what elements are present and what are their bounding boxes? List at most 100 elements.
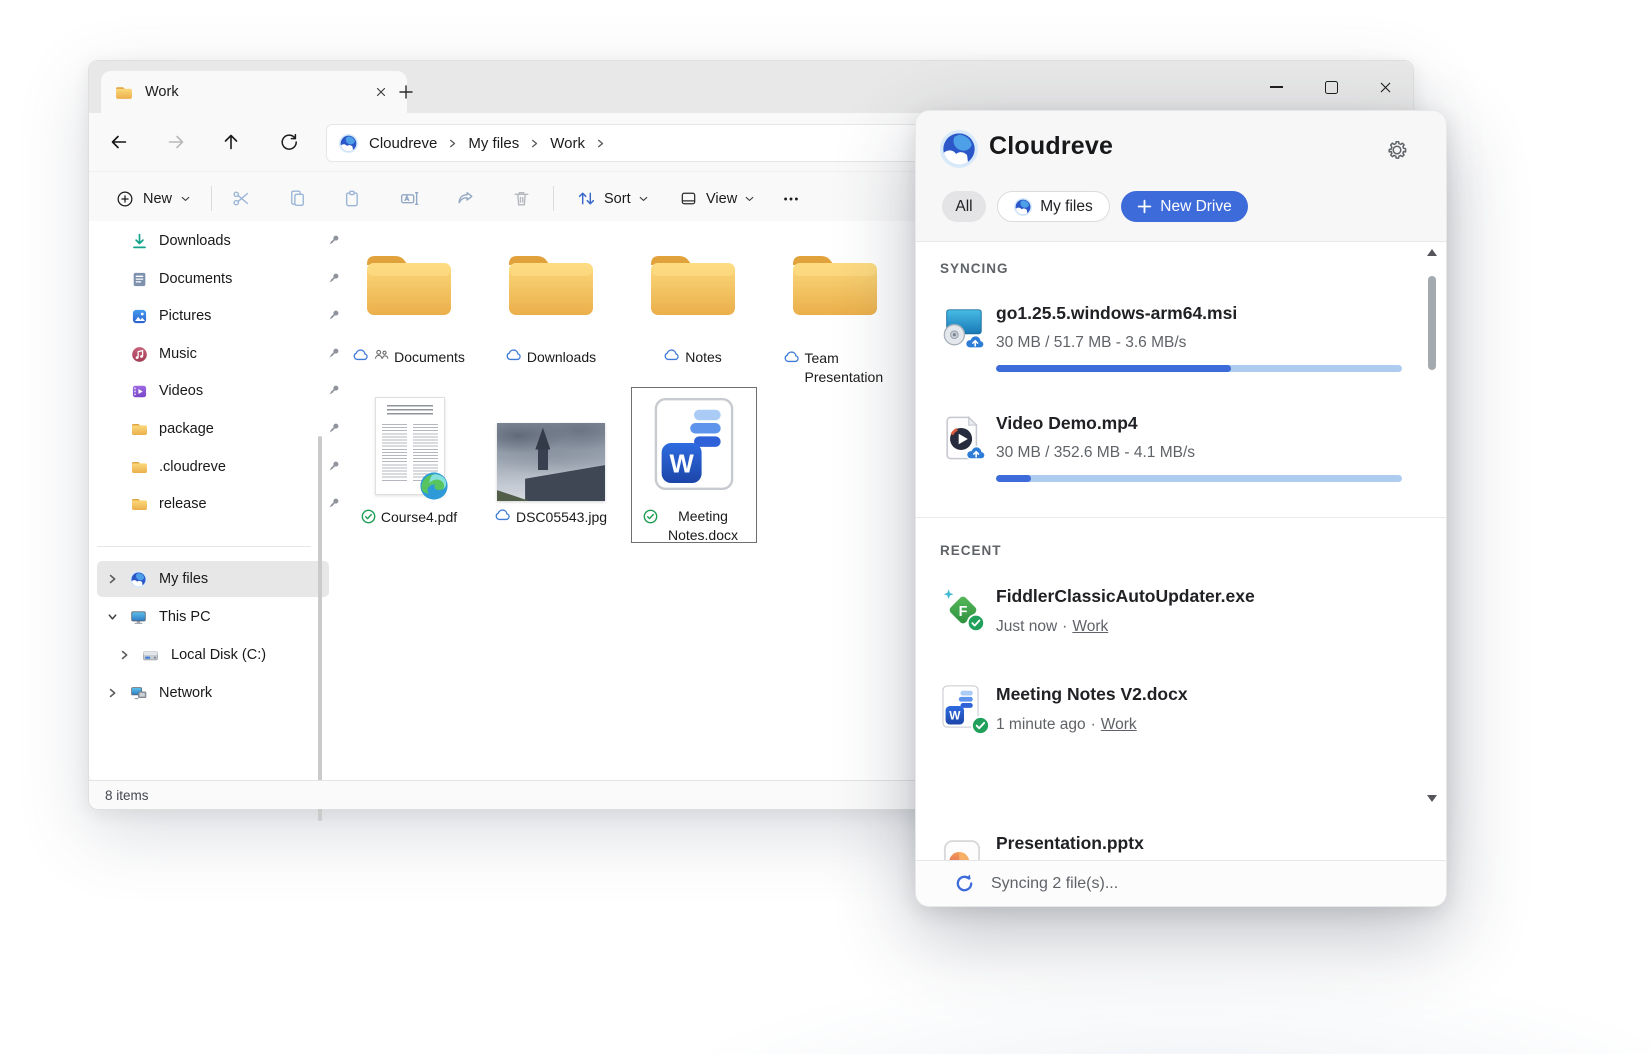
meta-separator: · (1091, 716, 1096, 733)
up-icon (221, 132, 241, 152)
file-tile-dsc05543-jpg[interactable]: DSC05543.jpg (485, 387, 617, 547)
forward-icon (166, 132, 186, 152)
syncing-section-header: SYNCING (940, 261, 1009, 276)
maximize-button[interactable] (1303, 61, 1359, 113)
gear-icon[interactable] (1385, 138, 1409, 162)
chip-label: New Drive (1160, 198, 1231, 216)
folder-icon (115, 85, 133, 100)
up-button[interactable] (213, 124, 249, 160)
folder-name: Downloads (527, 349, 596, 365)
sort-icon (577, 189, 596, 208)
word-document-icon (654, 397, 734, 491)
sort-button[interactable]: Sort (567, 180, 658, 217)
sidebar-item-this-pc[interactable]: This PC (97, 599, 329, 635)
cloudreve-logo (940, 130, 978, 168)
sidebar-scrollbar[interactable] (318, 436, 322, 821)
sidebar-item-videos[interactable]: Videos (97, 373, 353, 409)
file-tile-course4-pdf[interactable]: Course4.pdf (343, 387, 475, 547)
local-disk-icon (142, 647, 159, 664)
tab-work[interactable]: Work (101, 71, 407, 113)
sidebar-item-downloads[interactable]: Downloads (97, 223, 353, 259)
chevron-right-icon (448, 138, 457, 149)
folder-icon (131, 422, 148, 436)
back-button[interactable] (101, 124, 137, 160)
paste-button[interactable] (329, 180, 377, 217)
sidebar-item-pictures[interactable]: Pictures (97, 298, 353, 334)
sync-status-icon (954, 873, 975, 894)
breadcrumb-my-files[interactable]: My files (468, 135, 519, 152)
cloud-status-icon (353, 349, 369, 361)
cloud-status-icon (506, 349, 522, 361)
this-pc-icon (130, 609, 147, 626)
new-drive-button[interactable]: New Drive (1121, 191, 1248, 222)
more-options-button[interactable] (771, 180, 811, 217)
panel-scrollbar-thumb[interactable] (1428, 276, 1436, 370)
sidebar-item-network[interactable]: Network (97, 675, 329, 711)
cut-icon (231, 188, 252, 209)
uploading-badge-icon (966, 336, 984, 348)
folder-tile-notes[interactable]: Notes (627, 239, 759, 385)
cloudreve-logo (130, 571, 147, 588)
folder-tile-downloads[interactable]: Downloads (485, 239, 617, 385)
filter-chip-all[interactable]: All (942, 191, 986, 222)
forward-button[interactable] (158, 124, 194, 160)
sidebar-item-cloudreve-folder[interactable]: .cloudreve (97, 449, 353, 485)
share-button[interactable] (441, 180, 489, 217)
videos-icon (131, 383, 148, 400)
sidebar-item-package[interactable]: package (97, 411, 353, 447)
plus-icon (1137, 199, 1152, 214)
chevron-right-icon (107, 573, 118, 585)
scroll-up-arrow[interactable] (1427, 249, 1437, 256)
address-bar[interactable]: Cloudreve My files Work (326, 124, 938, 162)
share-icon (455, 188, 476, 209)
new-tab-button[interactable] (391, 77, 421, 107)
breadcrumb-work[interactable]: Work (550, 135, 585, 152)
chip-label: All (955, 198, 972, 216)
sidebar-item-my-files[interactable]: My files (97, 561, 329, 597)
folder-icon (504, 247, 598, 321)
minimize-button[interactable] (1248, 61, 1304, 113)
refresh-icon (279, 132, 299, 152)
sidebar-item-music[interactable]: Music (97, 336, 353, 372)
file-name: Course4.pdf (381, 509, 457, 525)
view-button[interactable]: View (669, 180, 764, 217)
sidebar-item-documents[interactable]: Documents (97, 261, 353, 297)
cloud-status-icon (664, 349, 680, 361)
folder-name: Documents (394, 349, 465, 365)
minimize-icon (1270, 86, 1283, 88)
sync-file-progress-text: 30 MB / 352.6 MB - 4.1 MB/s (996, 444, 1195, 462)
documents-icon (131, 271, 148, 288)
refresh-button[interactable] (271, 124, 307, 160)
tab-close-icon[interactable] (369, 80, 393, 104)
recent-location-link[interactable]: Work (1072, 618, 1108, 635)
sidebar-item-label: Pictures (159, 308, 211, 324)
scroll-down-arrow[interactable] (1427, 795, 1437, 802)
cut-button[interactable] (217, 180, 265, 217)
paste-icon (343, 188, 364, 209)
recent-file-name: Meeting Notes V2.docx (996, 684, 1188, 705)
synced-check-icon (361, 509, 376, 524)
file-tile-meeting-notes-docx[interactable]: Meeting Notes.docx (627, 387, 759, 547)
cloud-status-icon (495, 509, 511, 521)
new-button[interactable]: New (103, 180, 203, 217)
rename-button[interactable] (385, 180, 433, 217)
delete-button[interactable] (497, 180, 545, 217)
folder-icon (131, 497, 148, 511)
folder-tile-documents[interactable]: Documents (343, 239, 475, 385)
close-window-button[interactable] (1357, 61, 1413, 113)
pictures-icon (131, 308, 148, 325)
pin-icon (326, 308, 341, 323)
chip-label: My files (1040, 198, 1093, 216)
breadcrumb-root[interactable]: Cloudreve (369, 135, 437, 152)
recent-location-link[interactable]: Work (1101, 716, 1137, 733)
sidebar-item-release[interactable]: release (97, 486, 353, 522)
tab-title: Work (145, 84, 179, 100)
synced-badge-icon (971, 716, 990, 735)
filter-chip-my-files[interactable]: My files (997, 191, 1110, 222)
sidebar-item-local-disk-c[interactable]: Local Disk (C:) (97, 637, 341, 673)
video-file-icon (940, 415, 986, 461)
folder-tile-team-presentation[interactable]: Team Presentation (769, 239, 901, 385)
sync-file-name: go1.25.5.windows-arm64.msi (996, 303, 1237, 324)
copy-button[interactable] (273, 180, 321, 217)
chevron-down-icon (639, 196, 648, 202)
